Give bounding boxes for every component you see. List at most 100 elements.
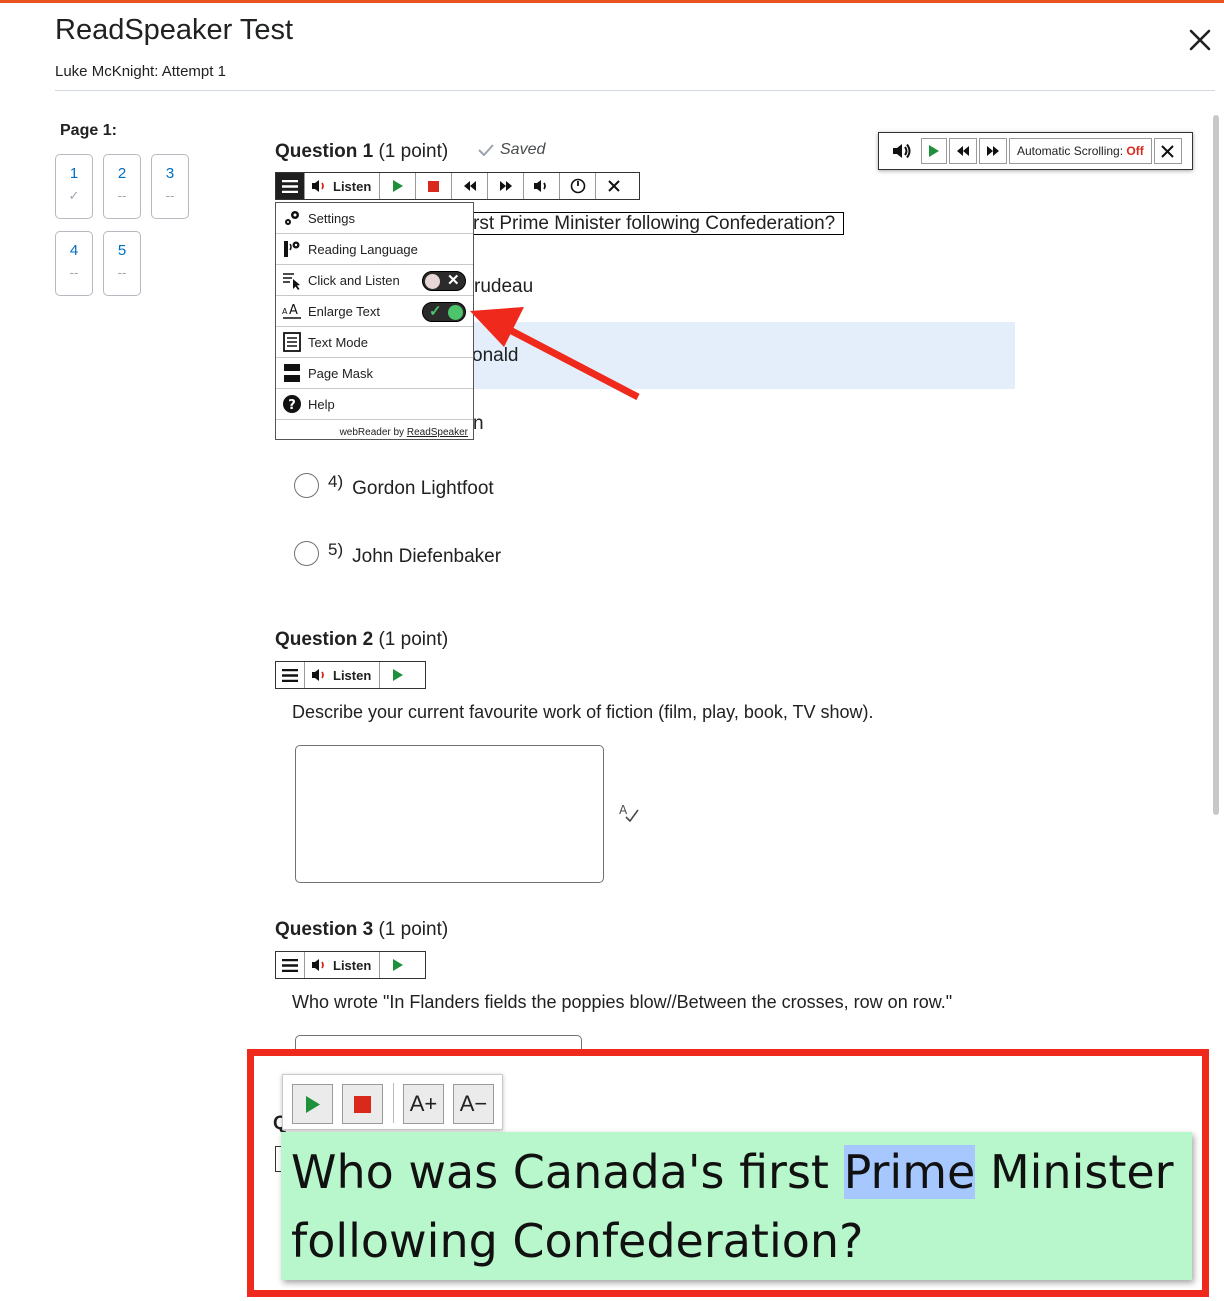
- option-4[interactable]: 4) Gordon Lightfoot: [294, 470, 494, 500]
- page-nav-4[interactable]: 4 --: [55, 231, 93, 296]
- toggle-knob: [425, 274, 440, 289]
- page-nav-1[interactable]: 1 ✓: [55, 154, 93, 219]
- play-button[interactable]: [921, 138, 947, 164]
- svg-text:A: A: [289, 303, 298, 318]
- page-title: ReadSpeaker Test: [55, 14, 294, 46]
- question-points: (1 point): [378, 629, 449, 650]
- menu-item-label: Help: [308, 396, 335, 412]
- automatic-scrolling-toggle[interactable]: Automatic Scrolling: Off: [1009, 138, 1152, 164]
- x-icon: ✕: [447, 272, 460, 289]
- forward-button[interactable]: [488, 173, 525, 199]
- enlarge-text-toolbar: A+ A−: [282, 1074, 503, 1130]
- listen-label: Listen: [333, 957, 372, 973]
- rewind-button[interactable]: [949, 138, 977, 164]
- menu-item-label: Page Mask: [308, 365, 374, 381]
- enlarged-text: Who was Canada's first: [291, 1145, 844, 1199]
- speaker-icon: [312, 959, 324, 971]
- scrollbar-thumb[interactable]: [1213, 115, 1219, 815]
- question-2-answer-field[interactable]: [295, 745, 604, 883]
- saved-label: Saved: [500, 141, 546, 158]
- question-3-heading: Question 3 (1 point): [275, 919, 448, 941]
- listen-button[interactable]: Listen: [305, 952, 381, 978]
- spellcheck-icon[interactable]: A: [618, 802, 640, 824]
- menu-item-help[interactable]: ? Help: [276, 389, 473, 420]
- question-2-heading: Question 2 (1 point): [275, 629, 448, 651]
- listen-label: Listen: [333, 667, 372, 683]
- question-1-text: rst Prime Minister following Confederati…: [466, 212, 844, 235]
- enlarge-text-toggle[interactable]: ✓: [422, 302, 466, 322]
- close-toolbar-button[interactable]: [1153, 138, 1182, 164]
- play-button[interactable]: [380, 662, 416, 688]
- page-label: Page 1:: [60, 122, 117, 139]
- play-button[interactable]: [380, 173, 417, 199]
- text-mode-icon: [281, 331, 303, 353]
- menu-item-label: Reading Language: [308, 241, 418, 257]
- option-3-text: n: [473, 413, 484, 434]
- menu-button[interactable]: [276, 173, 305, 199]
- menu-item-page-mask[interactable]: Page Mask: [276, 358, 473, 389]
- play-icon: [392, 180, 403, 192]
- menu-item-label: Enlarge Text: [308, 303, 381, 319]
- page-nav-status: --: [117, 188, 127, 203]
- svg-text:A: A: [282, 307, 288, 316]
- saved-status: Saved: [478, 141, 545, 159]
- speed-button[interactable]: [560, 173, 597, 199]
- menu-button[interactable]: [276, 662, 305, 688]
- option-label: John Diefenbaker: [352, 546, 502, 567]
- menu-item-label: Text Mode: [308, 334, 368, 350]
- speaker-icon: [312, 180, 324, 192]
- enlarge-play-button[interactable]: [292, 1084, 333, 1124]
- question-title: Question 1: [275, 141, 374, 162]
- speed-icon: [570, 178, 586, 194]
- volume-button[interactable]: [524, 173, 561, 199]
- readspeaker-link[interactable]: ReadSpeaker: [407, 427, 468, 438]
- option-radio[interactable]: [294, 472, 319, 498]
- listen-button[interactable]: Listen: [305, 662, 381, 688]
- menu-item-click-and-listen[interactable]: Click and Listen ✕: [276, 265, 473, 296]
- stop-icon: [354, 1095, 371, 1113]
- rewind-icon: [957, 146, 969, 156]
- readspeaker-floating-toolbar: Automatic Scrolling: Off: [878, 132, 1193, 170]
- page-nav-status: ✓: [68, 188, 80, 203]
- volume-button[interactable]: [885, 138, 919, 164]
- menu-item-enlarge-text[interactable]: AA Enlarge Text ✓: [276, 296, 473, 327]
- decrease-text-size-button[interactable]: A−: [453, 1084, 494, 1124]
- forward-button[interactable]: [979, 138, 1007, 164]
- stop-button[interactable]: [416, 173, 453, 199]
- listen-label: Listen: [333, 178, 372, 194]
- page-nav-number: 4: [69, 242, 79, 259]
- page-nav-2[interactable]: 2 --: [103, 154, 141, 219]
- hamburger-icon: [282, 668, 298, 682]
- click-listen-icon: [281, 269, 303, 291]
- enlarge-stop-button[interactable]: [342, 1084, 383, 1124]
- scrollbar[interactable]: [1212, 115, 1220, 815]
- click-and-listen-toggle[interactable]: ✕: [422, 271, 466, 291]
- increase-text-size-button[interactable]: A+: [403, 1084, 444, 1124]
- menu-item-text-mode[interactable]: Text Mode: [276, 327, 473, 358]
- auto-scroll-value: Off: [1126, 144, 1144, 158]
- toolbar-separator: [393, 1083, 394, 1123]
- close-icon[interactable]: [1186, 26, 1214, 54]
- svg-text:A: A: [619, 803, 628, 817]
- page-nav-3[interactable]: 3 --: [151, 154, 189, 219]
- option-number: 5): [328, 540, 344, 559]
- option-5[interactable]: 5) John Diefenbaker: [294, 538, 501, 568]
- page-nav-5[interactable]: 5 --: [103, 231, 141, 296]
- option-radio[interactable]: [294, 540, 319, 566]
- readspeaker-menu: Settings Reading Language Click and List…: [275, 202, 474, 440]
- toggle-knob: [448, 305, 463, 320]
- hamburger-icon: [282, 958, 298, 972]
- auto-scroll-label: Automatic Scrolling:: [1017, 144, 1124, 158]
- page-nav-status: --: [69, 265, 79, 280]
- listen-button[interactable]: Listen: [305, 173, 381, 199]
- menu-item-settings[interactable]: Settings: [276, 203, 473, 234]
- rewind-button[interactable]: [452, 173, 489, 199]
- menu-button[interactable]: [276, 952, 305, 978]
- page-nav-status: --: [117, 265, 127, 280]
- play-button[interactable]: [380, 952, 416, 978]
- close-icon: [608, 180, 621, 192]
- enlarge-text-icon: AA: [281, 300, 303, 322]
- menu-item-reading-language[interactable]: Reading Language: [276, 234, 473, 265]
- question-1-listen-bar: Listen: [275, 172, 640, 200]
- close-player-button[interactable]: [596, 173, 632, 199]
